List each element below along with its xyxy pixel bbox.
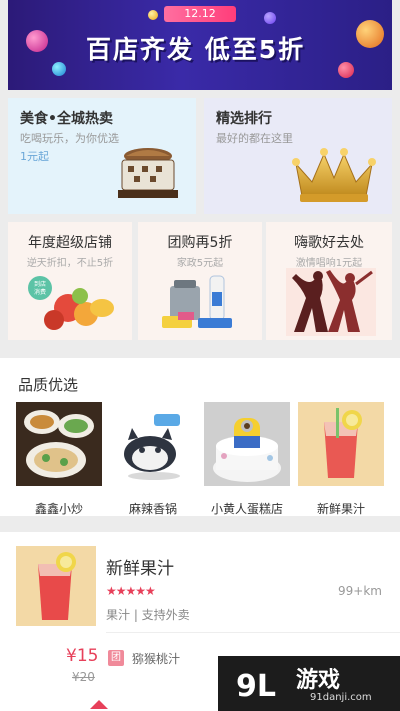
quality-item-name: 鑫鑫小炒 — [34, 502, 83, 516]
decor-ball — [356, 20, 384, 48]
feature-subtitle: 吃喝玩乐，为你优选 — [20, 132, 119, 145]
site-watermark: 9L 游戏 91danji.com — [218, 656, 400, 711]
shop-name: 新鲜果汁 — [106, 559, 174, 579]
shop-tags: 果汁 | 支持外卖 — [106, 608, 190, 622]
watermark-site: 91danji.com — [310, 692, 372, 703]
banner-title: 百店齐发 低至5折 — [86, 35, 306, 64]
rating-stars: ★★★★★ — [106, 584, 156, 598]
watermark-logo: 9L — [236, 669, 276, 704]
feature-title: 精选排行 — [216, 111, 272, 127]
decor-ball — [148, 10, 158, 20]
promo-banner[interactable]: 12.12 百店齐发 低至5折 — [8, 0, 392, 90]
crown-icon — [292, 148, 376, 202]
feature-card-ranking[interactable]: 精选排行 最好的都在这里 — [204, 98, 392, 214]
quality-item[interactable]: 新鲜果汁 — [298, 402, 384, 517]
quality-item[interactable]: 麻辣香锅 — [110, 402, 196, 517]
promo-subtitle: 激情唱响1元起 — [295, 258, 363, 269]
nav-indicator-icon — [90, 700, 108, 709]
decor-ball — [26, 30, 48, 52]
section-title: 品质优选 — [18, 376, 79, 394]
quality-item-image — [298, 402, 384, 486]
quality-item-image — [16, 402, 102, 486]
shop-thumbnail — [16, 546, 96, 626]
deal-name[interactable]: 猕猴桃汁 — [132, 650, 180, 667]
deal-price: ¥15 — [66, 646, 99, 666]
grill-food-image — [118, 148, 178, 198]
watermark-brand: 游戏 — [296, 668, 341, 693]
promo-badge-line1: 到店 — [34, 280, 46, 288]
quality-item-name: 新鲜果汁 — [316, 502, 365, 516]
feature-card-food[interactable]: 美食•全城热卖 吃喝玩乐，为你优选 1元起 — [8, 98, 196, 214]
decor-ball — [338, 62, 354, 78]
cleaning-supplies-image — [162, 275, 232, 328]
quality-item-name: 麻辣香锅 — [128, 502, 177, 516]
quality-item[interactable]: 鑫鑫小炒 — [16, 402, 102, 517]
watermark-logo-text: 9L — [236, 669, 276, 704]
promo-card-group-buy[interactable]: 团购再5折 家政5元起 — [138, 222, 262, 340]
promo-title: 团购再5折 — [167, 235, 233, 251]
dancers-image — [286, 268, 376, 336]
shop-distance: 99+km — [338, 584, 382, 598]
promo-title: 年度超级店铺 — [28, 235, 112, 251]
promo-card-karaoke[interactable]: 嗨歌好去处 激情唱响1元起 — [266, 222, 392, 340]
promo-subtitle: 家政5元起 — [176, 258, 224, 269]
original-price: ¥20 — [72, 670, 95, 684]
promo-subtitle: 逆天折扣，不止5折 — [26, 258, 114, 269]
promo-card-super-shop[interactable]: 年度超级店铺 逆天折扣，不止5折 到店 消费 — [8, 222, 132, 340]
promo-title: 嗨歌好去处 — [294, 235, 364, 251]
quality-item-image — [110, 402, 196, 486]
quality-item[interactable]: 小黄人蛋糕店 — [204, 402, 290, 517]
quality-section: 品质优选 鑫鑫小炒 麻辣香锅 小黄人蛋糕店 新鲜果汁 — [0, 358, 400, 516]
quality-item-name: 小黄人蛋糕店 — [210, 502, 283, 516]
feature-subtitle: 最好的都在这里 — [216, 132, 293, 145]
group-buy-badge: 团 — [108, 650, 124, 666]
quality-item-image — [204, 402, 290, 486]
fruit-image: 到店 消费 — [28, 276, 114, 330]
feature-price: 1元起 — [20, 150, 49, 163]
divider — [106, 632, 400, 633]
promo-badge-line2: 消费 — [34, 288, 46, 296]
feature-title: 美食•全城热卖 — [20, 111, 113, 127]
banner-date-tag: 12.12 — [164, 6, 236, 22]
decor-ball — [52, 62, 66, 76]
decor-ball — [264, 12, 276, 24]
